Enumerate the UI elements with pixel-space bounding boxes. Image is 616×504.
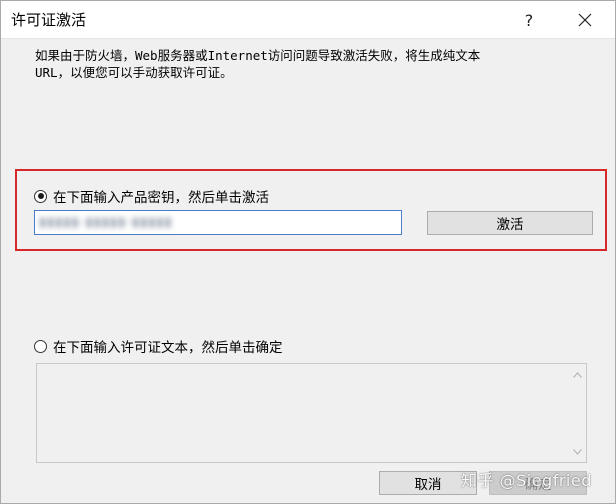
radio-button-license-text[interactable] [34,339,47,353]
cancel-button[interactable]: 取消 [379,471,477,495]
license-text-scrollbar[interactable] [569,364,586,462]
radio-option-license-text[interactable]: 在下面输入许可证文本，然后单击确定 [34,336,283,356]
license-text-area[interactable] [36,363,587,463]
title-bar: 许可证激活 ? [1,1,615,39]
ok-button[interactable]: 确定 [489,471,587,495]
close-button[interactable] [562,1,608,39]
help-icon: ? [524,10,534,30]
radio-label-license-text: 在下面输入许可证文本，然后单击确定 [53,340,283,356]
scroll-down-button[interactable] [569,443,586,460]
scroll-up-button[interactable] [569,366,586,383]
help-button[interactable]: ? [506,1,552,39]
window-title: 许可证激活 [11,11,87,29]
chevron-up-icon [573,371,582,378]
description-text: 如果由于防火墙，Web服务器或Internet访问问题导致激活失败，将生成纯文本… [35,48,481,80]
radio-option-product-key[interactable]: 在下面输入产品密钥，然后单击激活 [34,186,269,206]
chevron-down-icon [573,448,582,455]
radio-label-product-key: 在下面输入产品密钥，然后单击激活 [53,190,269,206]
radio-button-product-key[interactable] [34,189,47,203]
close-icon [578,13,592,27]
activate-button[interactable]: 激活 [427,211,593,235]
product-key-value: ▮▮▮▮▮-▮▮▮▮▮-▮▮▮▮▮ [39,215,173,230]
license-activation-dialog: 许可证激活 ? 如果由于防火墙，Web服务器或Internet访问问题导致激活失… [0,0,616,504]
product-key-input[interactable]: ▮▮▮▮▮-▮▮▮▮▮-▮▮▮▮▮ [34,210,402,235]
